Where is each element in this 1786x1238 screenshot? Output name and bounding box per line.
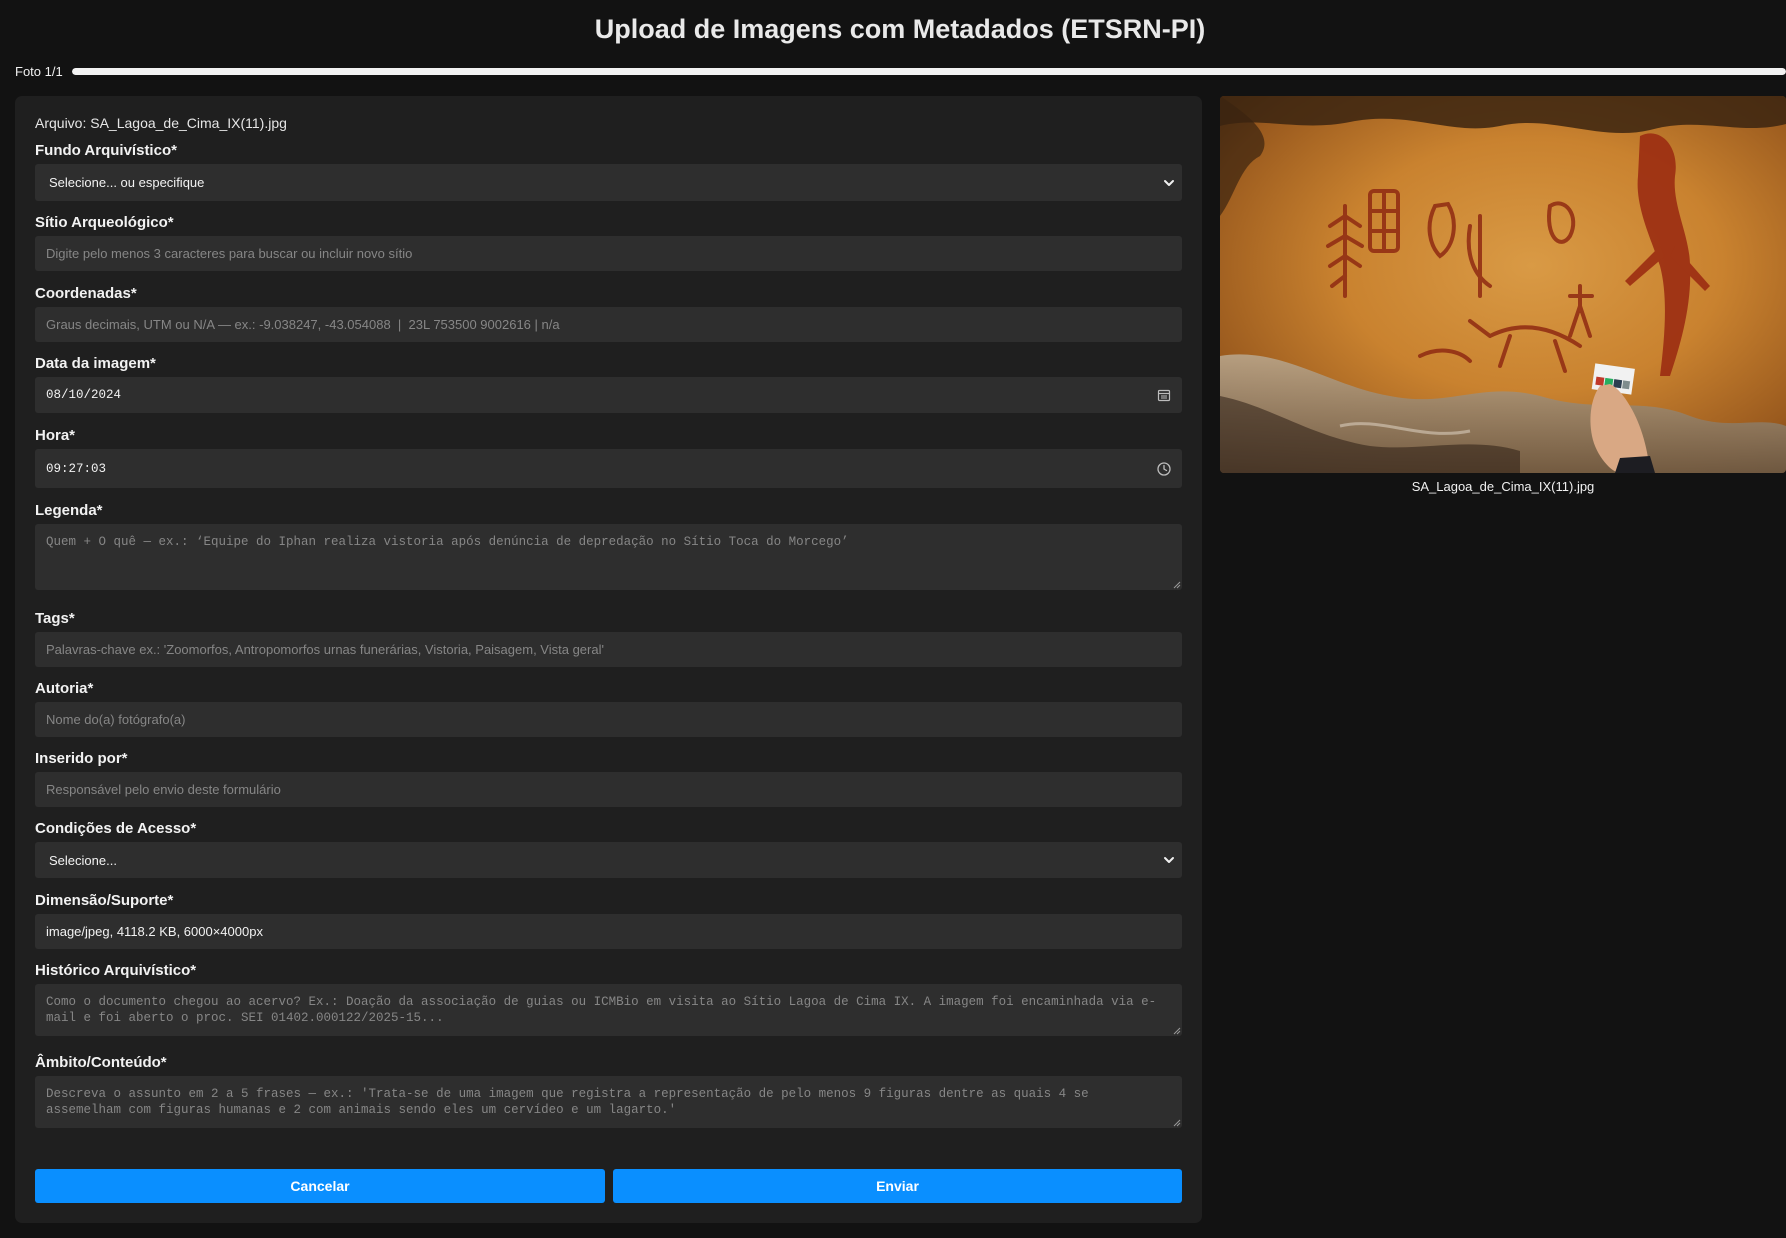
fundo-selected-value: Selecione... ou especifique — [49, 175, 205, 190]
chevron-down-icon — [1164, 857, 1174, 863]
field-ambito: Âmbito/Conteúdo* Descreva o assunto em 2… — [35, 1054, 1182, 1128]
image-preview — [1220, 96, 1786, 473]
submit-button[interactable]: Enviar — [613, 1169, 1182, 1203]
metadata-form: Arquivo: SA_Lagoa_de_Cima_IX(11).jpg Fun… — [15, 96, 1202, 1223]
field-legenda: Legenda* Quem + O quê — ex.: ‘Equipe do … — [35, 502, 1182, 590]
coordenadas-placeholder: Graus decimais, UTM ou N/A — ex.: -9.038… — [46, 317, 560, 332]
field-fundo: Fundo Arquivístico* Selecione... ou espe… — [35, 142, 1182, 201]
resize-handle-icon[interactable] — [1172, 1026, 1181, 1035]
hora-label: Hora* — [35, 427, 76, 444]
condicoes-selected-value: Selecione... — [49, 852, 117, 868]
fundo-label: Fundo Arquivístico* — [35, 142, 177, 159]
data-label: Data da imagem* — [35, 355, 156, 372]
sitio-label: Sítio Arqueológico* — [35, 214, 174, 231]
field-data: Data da imagem* 08/10/2024 — [35, 355, 1182, 413]
sitio-placeholder: Digite pelo menos 3 caracteres para busc… — [46, 246, 413, 261]
progress-fill — [72, 68, 1786, 75]
chevron-down-icon — [1164, 179, 1174, 186]
field-dimensao: Dimensão/Suporte* image/jpeg, 4118.2 KB,… — [35, 892, 1182, 949]
tags-label: Tags* — [35, 610, 75, 627]
cancel-button[interactable]: Cancelar — [35, 1169, 605, 1203]
historico-textarea[interactable]: Como o documento chegou ao acervo? Ex.: … — [35, 984, 1182, 1036]
fundo-select[interactable]: Selecione... ou especifique — [35, 164, 1182, 201]
coordenadas-input[interactable]: Graus decimais, UTM ou N/A — ex.: -9.038… — [35, 307, 1182, 342]
tags-input[interactable]: Palavras-chave ex.: 'Zoomorfos, Antropom… — [35, 632, 1182, 667]
progress-label: Foto 1/1 — [15, 64, 63, 79]
ambito-placeholder: Descreva o assunto em 2 a 5 frases — ex.… — [46, 1087, 1089, 1117]
field-autoria: Autoria* Nome do(a) fotógrafo(a) — [35, 680, 1182, 737]
autoria-label: Autoria* — [35, 680, 94, 697]
dimensao-input[interactable]: image/jpeg, 4118.2 KB, 6000×4000px — [35, 914, 1182, 949]
time-input[interactable]: 09:27:03 — [35, 449, 1182, 488]
ambito-label: Âmbito/Conteúdo* — [35, 1054, 167, 1071]
ambito-textarea[interactable]: Descreva o assunto em 2 a 5 frases — ex.… — [35, 1076, 1182, 1128]
page-title: Upload de Imagens com Metadados (ETSRN-P… — [594, 14, 1206, 44]
condicoes-label: Condições de Acesso* — [35, 820, 197, 837]
dimensao-label: Dimensão/Suporte* — [35, 892, 174, 909]
field-sitio: Sítio Arqueológico* Digite pelo menos 3 … — [35, 214, 1182, 271]
sitio-input[interactable]: Digite pelo menos 3 caracteres para busc… — [35, 236, 1182, 271]
field-hora: Hora* 09:27:03 — [35, 427, 1182, 488]
condicoes-select[interactable]: Selecione... — [35, 842, 1182, 878]
resize-handle-icon[interactable] — [1172, 580, 1181, 589]
time-value: 09:27:03 — [46, 461, 107, 476]
field-inserido: Inserido por* Responsável pelo envio des… — [35, 750, 1182, 807]
date-value: 08/10/2024 — [46, 388, 122, 402]
autoria-input[interactable]: Nome do(a) fotógrafo(a) — [35, 702, 1182, 737]
historico-placeholder: Como o documento chegou ao acervo? Ex.: … — [46, 995, 1157, 1025]
autoria-placeholder: Nome do(a) fotógrafo(a) — [46, 712, 186, 727]
legenda-textarea[interactable]: Quem + O quê — ex.: ‘Equipe do Iphan rea… — [35, 524, 1182, 590]
field-coordenadas: Coordenadas* Graus decimais, UTM ou N/A … — [35, 285, 1182, 342]
rock-art-photo — [1220, 96, 1786, 473]
calendar-icon[interactable] — [1156, 387, 1172, 403]
progress-bar — [72, 68, 1786, 75]
preview-caption: SA_Lagoa_de_Cima_IX(11).jpg — [1411, 479, 1595, 494]
dimensao-value: image/jpeg, 4118.2 KB, 6000×4000px — [46, 924, 263, 939]
inserido-label: Inserido por* — [35, 750, 128, 767]
inserido-placeholder: Responsável pelo envio deste formulário — [46, 782, 281, 797]
tags-placeholder: Palavras-chave ex.: 'Zoomorfos, Antropom… — [46, 642, 604, 657]
file-name-text: Arquivo: SA_Lagoa_de_Cima_IX(11).jpg — [35, 115, 287, 131]
coordenadas-label: Coordenadas* — [35, 285, 137, 302]
resize-handle-icon[interactable] — [1172, 1118, 1181, 1127]
field-tags: Tags* Palavras-chave ex.: 'Zoomorfos, An… — [35, 610, 1182, 667]
field-condicoes: Condições de Acesso* Selecione... — [35, 820, 1182, 878]
legenda-placeholder: Quem + O quê — ex.: ‘Equipe do Iphan rea… — [46, 535, 849, 549]
legenda-label: Legenda* — [35, 502, 103, 519]
upload-progress: Foto 1/1 — [15, 62, 1786, 82]
clock-icon[interactable] — [1156, 461, 1172, 477]
date-input[interactable]: 08/10/2024 — [35, 377, 1182, 413]
inserido-input[interactable]: Responsável pelo envio deste formulário — [35, 772, 1182, 807]
historico-label: Histórico Arquivístico* — [35, 962, 197, 979]
field-historico: Histórico Arquivístico* Como o documento… — [35, 962, 1182, 1036]
